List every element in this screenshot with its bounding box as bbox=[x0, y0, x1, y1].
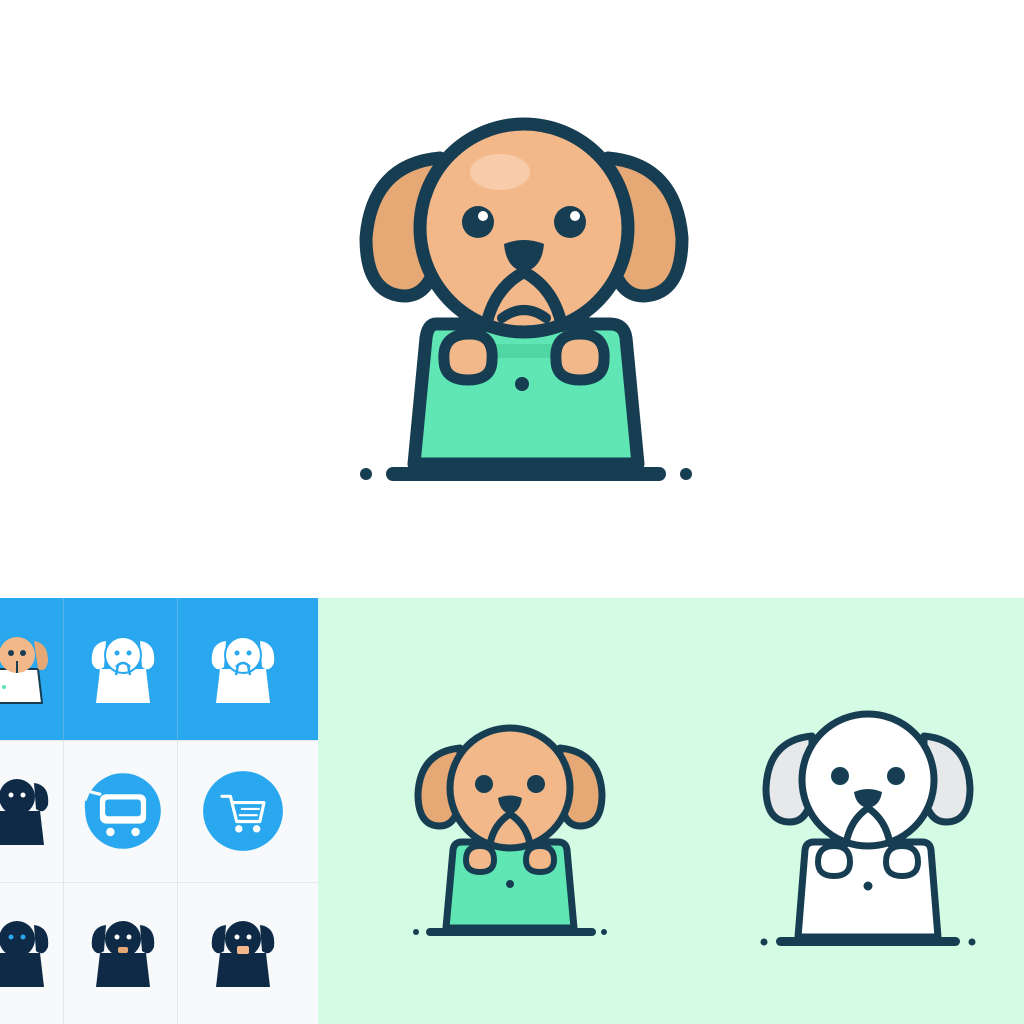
grid-divider bbox=[0, 882, 318, 883]
grid-divider bbox=[0, 740, 318, 741]
grid-cell bbox=[190, 598, 296, 740]
grid-divider bbox=[177, 598, 178, 1024]
grid-row-light bbox=[0, 740, 318, 882]
grid-cell bbox=[70, 740, 176, 882]
grid-cell bbox=[190, 740, 296, 882]
grid-row-light bbox=[0, 882, 318, 1024]
grid-cell bbox=[0, 598, 70, 740]
grid-cell bbox=[70, 598, 176, 740]
grid-cell bbox=[190, 882, 296, 1024]
grid-cell bbox=[0, 882, 70, 1024]
dog-bag-navy-icon bbox=[91, 921, 155, 987]
hero-panel bbox=[0, 0, 1024, 598]
dog-bag-color-icon bbox=[413, 724, 607, 936]
grid-divider bbox=[63, 598, 64, 1024]
dog-bag-outline-icon bbox=[760, 710, 976, 946]
grid-cell bbox=[0, 740, 70, 882]
mint-preview-panel bbox=[318, 598, 1024, 1024]
icon-variation-grid bbox=[0, 598, 318, 1024]
dog-bag-navy-icon bbox=[0, 779, 49, 845]
dog-with-shopping-bag-icon bbox=[359, 117, 692, 481]
shopping-cart-circle-icon bbox=[203, 771, 283, 851]
grid-cell bbox=[70, 882, 176, 1024]
dog-bag-navy-icon bbox=[211, 921, 275, 987]
shopping-cart-outline-icon bbox=[84, 773, 161, 849]
dog-bag-white-icon bbox=[211, 636, 275, 703]
dog-bag-color-icon bbox=[0, 637, 48, 704]
dog-bag-white-icon bbox=[91, 636, 155, 703]
dog-bag-navy-icon bbox=[0, 921, 49, 987]
grid-row-blue bbox=[0, 598, 318, 740]
